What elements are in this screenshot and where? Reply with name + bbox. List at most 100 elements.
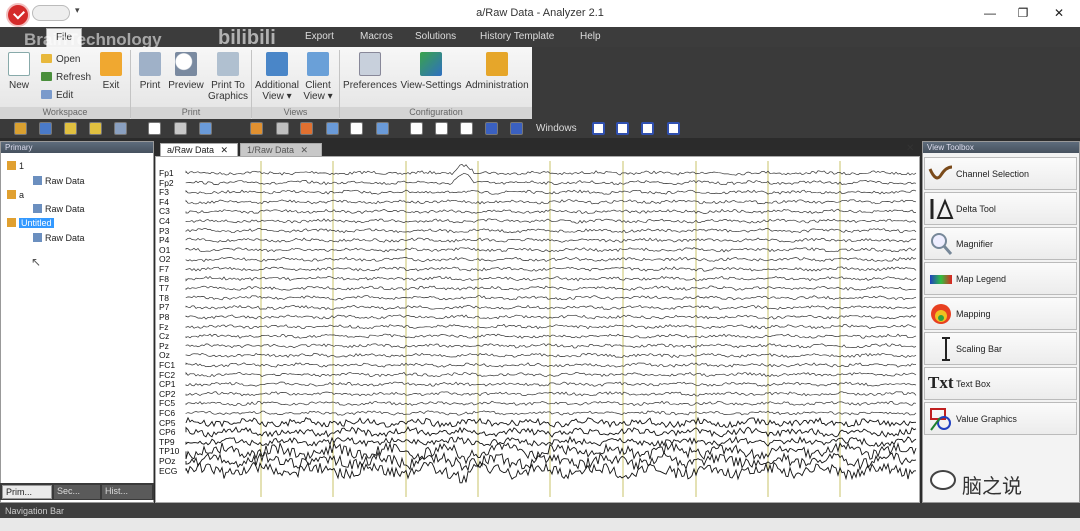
tree-item-raw-data[interactable]: Raw Data <box>33 204 85 214</box>
new-button[interactable]: New <box>4 52 34 91</box>
r-icon[interactable] <box>148 122 161 135</box>
tool-mapping[interactable]: Mapping <box>924 297 1077 330</box>
print-to-graphics-button[interactable]: Print To Graphics <box>208 52 248 102</box>
tab-primary[interactable]: Prim... <box>2 485 52 499</box>
tree-node-a[interactable]: a <box>7 190 24 200</box>
edit-button[interactable]: Edit <box>41 90 73 101</box>
eeg-trace <box>185 266 917 272</box>
eeg-trace <box>185 199 917 205</box>
doc-tab-1-raw-data[interactable]: 1/Raw Data ✕ <box>240 143 322 156</box>
eeg-trace <box>185 275 917 282</box>
refresh-label: Refresh <box>56 72 92 83</box>
window-arrange-icon[interactable] <box>667 122 680 135</box>
preview-button[interactable]: Preview <box>168 52 204 91</box>
eeg-trace <box>185 426 917 438</box>
client-view-button[interactable]: Client View ▾ <box>302 52 334 102</box>
preferences-label: Preferences <box>343 80 397 91</box>
eeg-trace <box>185 304 917 310</box>
book-icon[interactable] <box>460 122 473 135</box>
filter-icon[interactable] <box>376 122 389 135</box>
title-bar: ▾ a/Raw Data - Analyzer 2.1 — ❐ ✕ <box>0 0 1080 27</box>
menu-history-template[interactable]: History Template <box>480 31 554 42</box>
wechat-icon <box>930 470 956 490</box>
map-legend-icon <box>930 275 952 284</box>
eeg-trace <box>185 352 917 359</box>
zoom-out-icon[interactable] <box>89 122 102 135</box>
table-icon[interactable] <box>326 122 339 135</box>
down-arrow-icon[interactable] <box>250 122 263 135</box>
close-button[interactable]: ✕ <box>1044 4 1074 22</box>
additional-view-button[interactable]: Additional View ▾ <box>255 52 299 102</box>
tool-magnifier[interactable]: Magnifier <box>924 227 1077 260</box>
tool-text-box[interactable]: Txt Text Box <box>924 367 1077 400</box>
menu-solutions[interactable]: Solutions <box>415 31 456 42</box>
tool-map-legend[interactable]: Map Legend <box>924 262 1077 295</box>
magnifier-icon <box>175 52 197 76</box>
tree-node-untitled[interactable]: Untitled <box>7 218 54 228</box>
client-view-dropdown: View ▾ <box>303 91 333 102</box>
view-settings-button[interactable]: View-Settings <box>400 52 462 91</box>
tool-label: Map Legend <box>956 274 1007 284</box>
layout-icon[interactable] <box>510 122 523 135</box>
doc-tab-a-raw-data[interactable]: a/Raw Data ✕ <box>160 143 238 156</box>
tool-scaling-bar[interactable]: Scaling Bar <box>924 332 1077 365</box>
montage-icon[interactable] <box>114 122 127 135</box>
administration-label: Administration <box>465 80 529 91</box>
close-tab-icon[interactable]: ✕ <box>301 145 309 155</box>
close-document-icon[interactable]: ✕ <box>906 143 914 154</box>
graphics-label: Graphics <box>208 91 249 102</box>
r-button-icon[interactable] <box>410 122 423 135</box>
window-tile-h-icon[interactable] <box>616 122 629 135</box>
tab-history[interactable]: Hist... <box>102 485 152 499</box>
marker-icon[interactable] <box>300 122 313 135</box>
tool-channel-selection[interactable]: Channel Selection <box>924 157 1077 190</box>
menu-help[interactable]: Help <box>580 31 601 42</box>
grid-icon[interactable] <box>174 122 187 135</box>
open-label: Open <box>56 54 81 65</box>
scaling-bar-icon <box>942 337 950 361</box>
ribbon-empty-area <box>532 47 1080 119</box>
workspace-folder-icon <box>7 161 16 170</box>
up-arrow-icon[interactable] <box>276 122 289 135</box>
open-icon[interactable] <box>14 122 27 135</box>
close-tab-icon[interactable]: ✕ <box>221 145 229 155</box>
maximize-button[interactable]: ❐ <box>1008 4 1038 22</box>
tool-label: Value Graphics <box>956 414 1017 424</box>
m-button-icon[interactable] <box>435 122 448 135</box>
folder-icon <box>41 54 52 63</box>
preferences-button[interactable]: Preferences <box>343 52 397 91</box>
tab-secondary[interactable]: Sec... <box>54 485 100 499</box>
eeg-trace <box>185 164 917 176</box>
eeg-trace <box>185 256 917 263</box>
window-title: a/Raw Data - Analyzer 2.1 <box>476 7 604 19</box>
overlay-icon[interactable] <box>199 122 212 135</box>
window-tile-v-icon[interactable] <box>641 122 654 135</box>
page-icon[interactable] <box>485 122 498 135</box>
tree-node-1[interactable]: 1 <box>7 161 24 171</box>
tree-item-label: Raw Data <box>45 176 85 186</box>
tool-delta-tool[interactable]: Delta Tool <box>924 192 1077 225</box>
window-cascade-icon[interactable] <box>592 122 605 135</box>
print-graphics-icon <box>217 52 239 76</box>
tab-history-label: Hist... <box>105 486 129 496</box>
channel-icon[interactable] <box>39 122 52 135</box>
eeg-view[interactable]: Fp1 Fp2 F3 F4 C3 C4 P3 P4 O1 O2 F7 F8 T7 T8 P7 P8 Fz Cz Pz… <box>155 156 920 503</box>
tree-item-raw-data[interactable]: Raw Data <box>33 176 85 186</box>
eeg-trace <box>185 416 916 429</box>
tool-label: Delta Tool <box>956 204 996 214</box>
administration-button[interactable]: Administration <box>465 52 529 91</box>
view-settings-icon <box>420 52 442 76</box>
open-button[interactable]: Open <box>41 54 80 65</box>
menu-export[interactable]: Export <box>305 31 334 42</box>
print-button[interactable]: Print <box>136 52 164 91</box>
view-toolbox-header: View Toolbox <box>923 142 1079 153</box>
select-icon[interactable] <box>350 122 363 135</box>
minimize-button[interactable]: — <box>975 4 1005 22</box>
tree-item-raw-data[interactable]: Raw Data <box>33 233 85 243</box>
menu-macros[interactable]: Macros <box>360 31 393 42</box>
zoom-in-icon[interactable] <box>64 122 77 135</box>
tool-value-graphics[interactable]: Value Graphics <box>924 402 1077 435</box>
navigation-bar-track[interactable] <box>0 518 1080 531</box>
refresh-button[interactable]: Refresh <box>41 72 91 83</box>
exit-button[interactable]: Exit <box>97 52 125 91</box>
